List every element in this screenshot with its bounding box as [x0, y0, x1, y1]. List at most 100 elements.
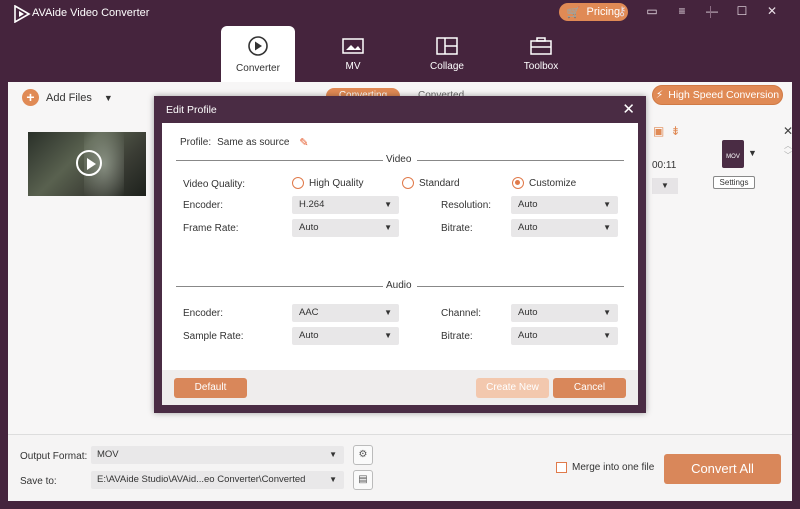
save-to-path-value: E:\AVAide Studio\AVAid...eo Converter\Co…: [97, 474, 306, 485]
edit-tools: ▣ ⇟: [653, 124, 680, 138]
radio-customize-indicator: [512, 177, 524, 189]
output-format-settings-icon[interactable]: ⚙: [353, 445, 373, 465]
menu-icon[interactable]: ≡: [674, 4, 690, 18]
key-icon[interactable]: ⚷: [614, 4, 630, 18]
video-divider-left: [176, 160, 383, 161]
tab-converter[interactable]: Converter: [221, 26, 295, 82]
sample-rate-value: Auto: [299, 330, 319, 341]
window-controls-divider: [710, 6, 711, 18]
tab-mv-label: MV: [345, 60, 361, 72]
bottom-bar: Output Format: MOV ▼ ⚙ Save to: E:\AVAid…: [8, 434, 792, 501]
open-folder-icon[interactable]: ▤: [353, 470, 373, 490]
tab-mv[interactable]: MV: [316, 26, 390, 82]
output-format-select[interactable]: MOV ▼: [91, 446, 344, 464]
cancel-button[interactable]: Cancel: [553, 378, 626, 398]
radio-standard[interactable]: Standard: [402, 177, 460, 189]
radio-customize[interactable]: Customize: [512, 177, 576, 189]
settings-button[interactable]: Settings: [713, 176, 755, 189]
tab-converter-label: Converter: [236, 62, 280, 74]
trim-icon[interactable]: ⇟: [670, 124, 680, 138]
add-files-button[interactable]: + Add Files ▼: [22, 89, 113, 106]
format-chevron-down-icon[interactable]: ▼: [748, 148, 757, 158]
chevron-down-icon: ▼: [384, 200, 392, 209]
resolution-select[interactable]: Auto ▼: [511, 196, 618, 214]
chevron-down-icon[interactable]: ▼: [104, 93, 113, 103]
maximize-icon[interactable]: ☐: [734, 4, 750, 18]
frame-rate-value: Auto: [299, 222, 319, 233]
audio-bitrate-value: Auto: [518, 330, 538, 341]
audio-encoder-select[interactable]: AAC ▼: [292, 304, 399, 322]
output-duration: 00:11: [652, 160, 677, 171]
dialog-footer: Default Create New Cancel: [162, 370, 638, 405]
audio-encoder-label: Encoder:: [183, 308, 224, 319]
default-button[interactable]: Default: [174, 378, 247, 398]
audio-bitrate-select[interactable]: Auto ▼: [511, 327, 618, 345]
save-to-label: Save to:: [20, 476, 57, 487]
play-icon[interactable]: [76, 150, 102, 176]
merge-checkbox[interactable]: Merge into one file: [556, 462, 654, 473]
high-speed-conversion-button[interactable]: ⚡ High Speed Conversion: [652, 85, 783, 105]
tab-collage[interactable]: Collage: [410, 26, 484, 82]
chat-icon[interactable]: ▭: [644, 4, 660, 18]
format-badge-icon[interactable]: MOV: [722, 140, 744, 168]
audio-bitrate-label: Bitrate:: [441, 331, 473, 342]
cut-icon[interactable]: ▣: [653, 124, 664, 138]
radio-customize-label: Customize: [529, 177, 577, 189]
frame-rate-select[interactable]: Auto ▼: [292, 219, 399, 237]
channel-value: Auto: [518, 307, 538, 318]
video-bitrate-select[interactable]: Auto ▼: [511, 219, 618, 237]
video-bitrate-value: Auto: [518, 222, 538, 233]
profile-value: Same as source: [217, 137, 290, 148]
window-controls: ⚷ ▭ ≡ — ☐ ✕: [614, 4, 780, 18]
chevron-down-icon: ▼: [384, 331, 392, 340]
video-encoder-label: Encoder:: [183, 200, 224, 211]
output-format-value: MOV: [97, 449, 119, 460]
radio-standard-label: Standard: [419, 177, 460, 189]
chevron-down-icon: ▼: [384, 308, 392, 317]
chevron-down-icon: ▼: [603, 331, 611, 340]
video-encoder-value: H.264: [299, 199, 325, 210]
toolbox-icon: [530, 36, 552, 55]
close-icon[interactable]: ✕: [764, 4, 780, 18]
video-encoder-select[interactable]: H.264 ▼: [292, 196, 399, 214]
merge-label: Merge into one file: [572, 462, 655, 473]
dialog-close-icon[interactable]: ✕: [622, 100, 635, 118]
chevron-down-icon: ▼: [384, 223, 392, 232]
tab-collage-label: Collage: [430, 60, 464, 72]
dialog-title: Edit Profile: [166, 104, 217, 116]
add-files-label: Add Files: [46, 91, 92, 104]
move-down-icon[interactable]: ﹀: [784, 150, 792, 161]
output-format-label: Output Format:: [20, 451, 88, 462]
video-thumbnail[interactable]: [28, 132, 146, 196]
lightning-icon: ⚡: [655, 89, 664, 101]
resolution-label: Resolution:: [441, 200, 492, 211]
radio-high-quality[interactable]: High Quality: [292, 177, 363, 189]
edit-profile-dialog: Edit Profile ✕ Profile: Same as source ✎…: [154, 96, 646, 413]
frame-rate-label: Frame Rate:: [183, 223, 239, 234]
radio-high-quality-indicator: [292, 177, 304, 189]
video-section-label: Video: [386, 154, 412, 165]
track-select[interactable]: ▼: [652, 178, 678, 194]
title-bar: AVAide Video Converter 🛒 Pricing ⚷ ▭ ≡ —…: [0, 0, 800, 82]
audio-divider-right: [417, 286, 624, 287]
save-to-path-select[interactable]: E:\AVAide Studio\AVAid...eo Converter\Co…: [91, 471, 344, 489]
channel-select[interactable]: Auto ▼: [511, 304, 618, 322]
chevron-down-icon: ▼: [603, 308, 611, 317]
channel-label: Channel:: [441, 308, 482, 319]
tab-toolbox[interactable]: Toolbox: [504, 26, 578, 82]
cart-icon: 🛒: [566, 6, 581, 19]
audio-divider-left: [176, 286, 383, 287]
profile-label: Profile:: [180, 137, 212, 148]
minimize-icon[interactable]: —: [704, 4, 720, 18]
remove-file-icon[interactable]: ✕: [783, 124, 793, 138]
edit-pencil-icon[interactable]: ✎: [299, 136, 308, 149]
video-bitrate-label: Bitrate:: [441, 223, 473, 234]
dialog-body: Profile: Same as source ✎ Video Video Qu…: [162, 123, 638, 405]
create-new-button[interactable]: Create New: [476, 378, 549, 398]
collage-icon: [436, 36, 458, 55]
sample-rate-select[interactable]: Auto ▼: [292, 327, 399, 345]
audio-encoder-value: AAC: [299, 307, 319, 318]
convert-all-button[interactable]: Convert All: [664, 454, 781, 484]
video-quality-label: Video Quality:: [183, 179, 246, 190]
app-logo-icon: [14, 5, 31, 23]
